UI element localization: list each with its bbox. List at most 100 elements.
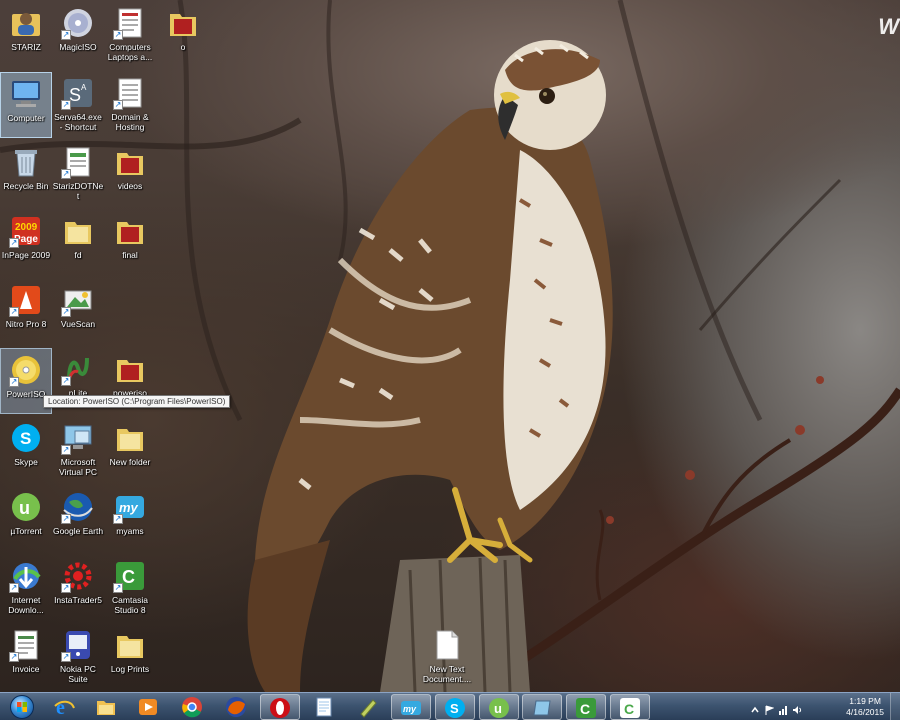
desktop-icon-serva64[interactable]: SA ↗ Serva64.exe - Shortcut: [52, 72, 104, 138]
taskbar-virtual-pc[interactable]: [522, 694, 562, 720]
clock-date: 4/16/2015: [846, 707, 884, 717]
shortcut-arrow-icon: ↗: [61, 100, 71, 110]
user-folder-icon: [9, 6, 43, 40]
desktop-icon-fd[interactable]: fd: [52, 210, 104, 276]
windows-logo-icon: [10, 695, 34, 719]
camtasia-icon: C: [575, 697, 597, 719]
nlite-icon: ↗: [61, 352, 95, 386]
desktop-icon-myams[interactable]: my ↗ myams: [104, 486, 156, 552]
desktop-icon-domain-hosting[interactable]: ↗ Domain & Hosting: [104, 72, 156, 138]
desktop-icon-new-folder[interactable]: New folder: [104, 417, 156, 483]
skype-icon: S: [444, 697, 466, 719]
desktop-icon-magiciso[interactable]: ↗ MagicISO: [52, 2, 104, 68]
utorrent-icon: u: [9, 490, 43, 524]
svg-text:S: S: [450, 701, 459, 716]
svg-text:C: C: [122, 567, 135, 587]
serva-icon: SA ↗: [61, 76, 95, 110]
desktop-icon-invoice[interactable]: ↗ Invoice: [0, 624, 52, 690]
icon-label: Domain & Hosting: [111, 112, 149, 132]
icon-label: New Text Document....: [422, 664, 472, 684]
instatrader-icon: ↗: [61, 559, 95, 593]
icon-label: Computers Laptops a...: [107, 42, 153, 62]
icon-tooltip: Location: PowerISO (C:\Program Files\Pow…: [43, 395, 231, 408]
folder-red-icon: [113, 352, 147, 386]
desktop-icon-starizdotnet[interactable]: ↗ StarizDOTNet: [52, 141, 104, 207]
icon-label: StarizDOTNet: [52, 181, 104, 201]
desktop-icon-log-prints[interactable]: Log Prints: [104, 624, 156, 690]
desktop-icon-nokia-pc-suite[interactable]: ↗ Nokia PC Suite: [52, 624, 104, 690]
camtasia-recorder-icon: C: [619, 697, 641, 719]
volume-icon[interactable]: [792, 702, 802, 714]
icon-label: STARIZ: [11, 42, 41, 52]
icon-label: myams: [116, 526, 144, 536]
svg-text:u: u: [19, 498, 30, 518]
clock-time: 1:19 PM: [849, 696, 881, 706]
desktop-icon-google-earth[interactable]: ↗ Google Earth: [52, 486, 104, 552]
taskbar-pen-tool[interactable]: [348, 694, 388, 720]
desktop-icon-new-text-document[interactable]: New Text Document....: [421, 624, 473, 690]
desktop-icon-o[interactable]: o: [157, 2, 209, 68]
svg-text:C: C: [580, 701, 590, 717]
shortcut-arrow-icon: ↗: [61, 307, 71, 317]
show-hidden-icons-icon[interactable]: [750, 702, 760, 713]
icon-label: videos: [117, 181, 143, 191]
shortcut-arrow-icon: ↗: [113, 583, 123, 593]
taskbar-notepad[interactable]: [304, 694, 344, 720]
desktop-icon-nitro-pro[interactable]: ↗ Nitro Pro 8: [0, 279, 52, 345]
action-center-flag-icon[interactable]: [764, 702, 775, 715]
icon-label: Google Earth: [52, 526, 104, 536]
explorer-icon: [95, 696, 117, 718]
network-icon[interactable]: [778, 702, 788, 715]
taskbar-camtasia-recorder[interactable]: C: [610, 694, 650, 720]
desktop-icon-camtasia[interactable]: C ↗ Camtasia Studio 8: [104, 555, 156, 621]
taskbar-internet-explorer[interactable]: e: [44, 694, 84, 720]
icon-label: InPage 2009: [1, 250, 51, 260]
computer-icon: [9, 77, 43, 111]
desktop-icon-inpage[interactable]: 2009 Page ↗ InPage 2009: [0, 210, 52, 276]
desktop-icon-utorrent[interactable]: u µTorrent: [0, 486, 52, 552]
icon-label: Log Prints: [110, 664, 150, 674]
icon-label: MagicISO: [59, 42, 97, 52]
disc-icon: ↗: [61, 6, 95, 40]
taskbar-skype[interactable]: S: [435, 694, 475, 720]
desktop-icon-instatrader[interactable]: ↗ InstaTrader5: [52, 555, 104, 621]
taskbar-chrome[interactable]: [172, 694, 212, 720]
desktop-icon-vuescan[interactable]: ↗ VueScan: [52, 279, 104, 345]
start-button[interactable]: [2, 693, 42, 720]
shortcut-arrow-icon: ↗: [61, 583, 71, 593]
taskbar-firefox[interactable]: [216, 694, 256, 720]
icon-label: Microsoft Virtual PC: [58, 457, 98, 477]
desktop-icon-internet-download-manager[interactable]: ↗ Internet Downlo...: [0, 555, 52, 621]
icon-label: Internet Downlo...: [8, 595, 44, 615]
taskbar-utorrent[interactable]: u: [479, 694, 519, 720]
firefox-icon: [225, 696, 247, 718]
idm-icon: ↗: [9, 559, 43, 593]
taskbar-file-explorer[interactable]: [86, 694, 126, 720]
taskbar-myams[interactable]: my: [391, 694, 431, 720]
show-desktop-button[interactable]: [890, 693, 900, 720]
folder-red-icon: [113, 145, 147, 179]
desktop-icon-recycle-bin[interactable]: Recycle Bin: [0, 141, 52, 207]
inpage-icon: 2009 Page ↗: [9, 214, 43, 248]
taskbar-media-player[interactable]: [128, 694, 168, 720]
desktop-icon-skype[interactable]: S Skype: [0, 417, 52, 483]
shortcut-arrow-icon: ↗: [61, 445, 71, 455]
desktop-icon-videos[interactable]: videos: [104, 141, 156, 207]
desktop-icon-computers-laptops[interactable]: ↗ Computers Laptops a...: [104, 2, 156, 68]
svg-text:e: e: [56, 697, 65, 718]
shortcut-arrow-icon: ↗: [113, 30, 123, 40]
desktop-icon-final[interactable]: final: [104, 210, 156, 276]
shortcut-arrow-icon: ↗: [61, 514, 71, 524]
shortcut-arrow-icon: ↗: [113, 100, 123, 110]
document-icon: ↗: [9, 628, 43, 662]
shortcut-arrow-icon: ↗: [61, 30, 71, 40]
taskbar-opera[interactable]: [260, 694, 300, 720]
myams-icon: my: [400, 697, 422, 719]
desktop-icon-computer[interactable]: Computer: [0, 72, 52, 138]
system-clock[interactable]: 1:19 PM 4/16/2015: [846, 696, 884, 718]
shortcut-arrow-icon: ↗: [113, 514, 123, 524]
desktop-icon-virtual-pc[interactable]: ↗ Microsoft Virtual PC: [52, 417, 104, 483]
desktop-icon-stariz[interactable]: STARIZ: [0, 2, 52, 68]
google-earth-icon: ↗: [61, 490, 95, 524]
taskbar-camtasia-studio[interactable]: C: [566, 694, 606, 720]
